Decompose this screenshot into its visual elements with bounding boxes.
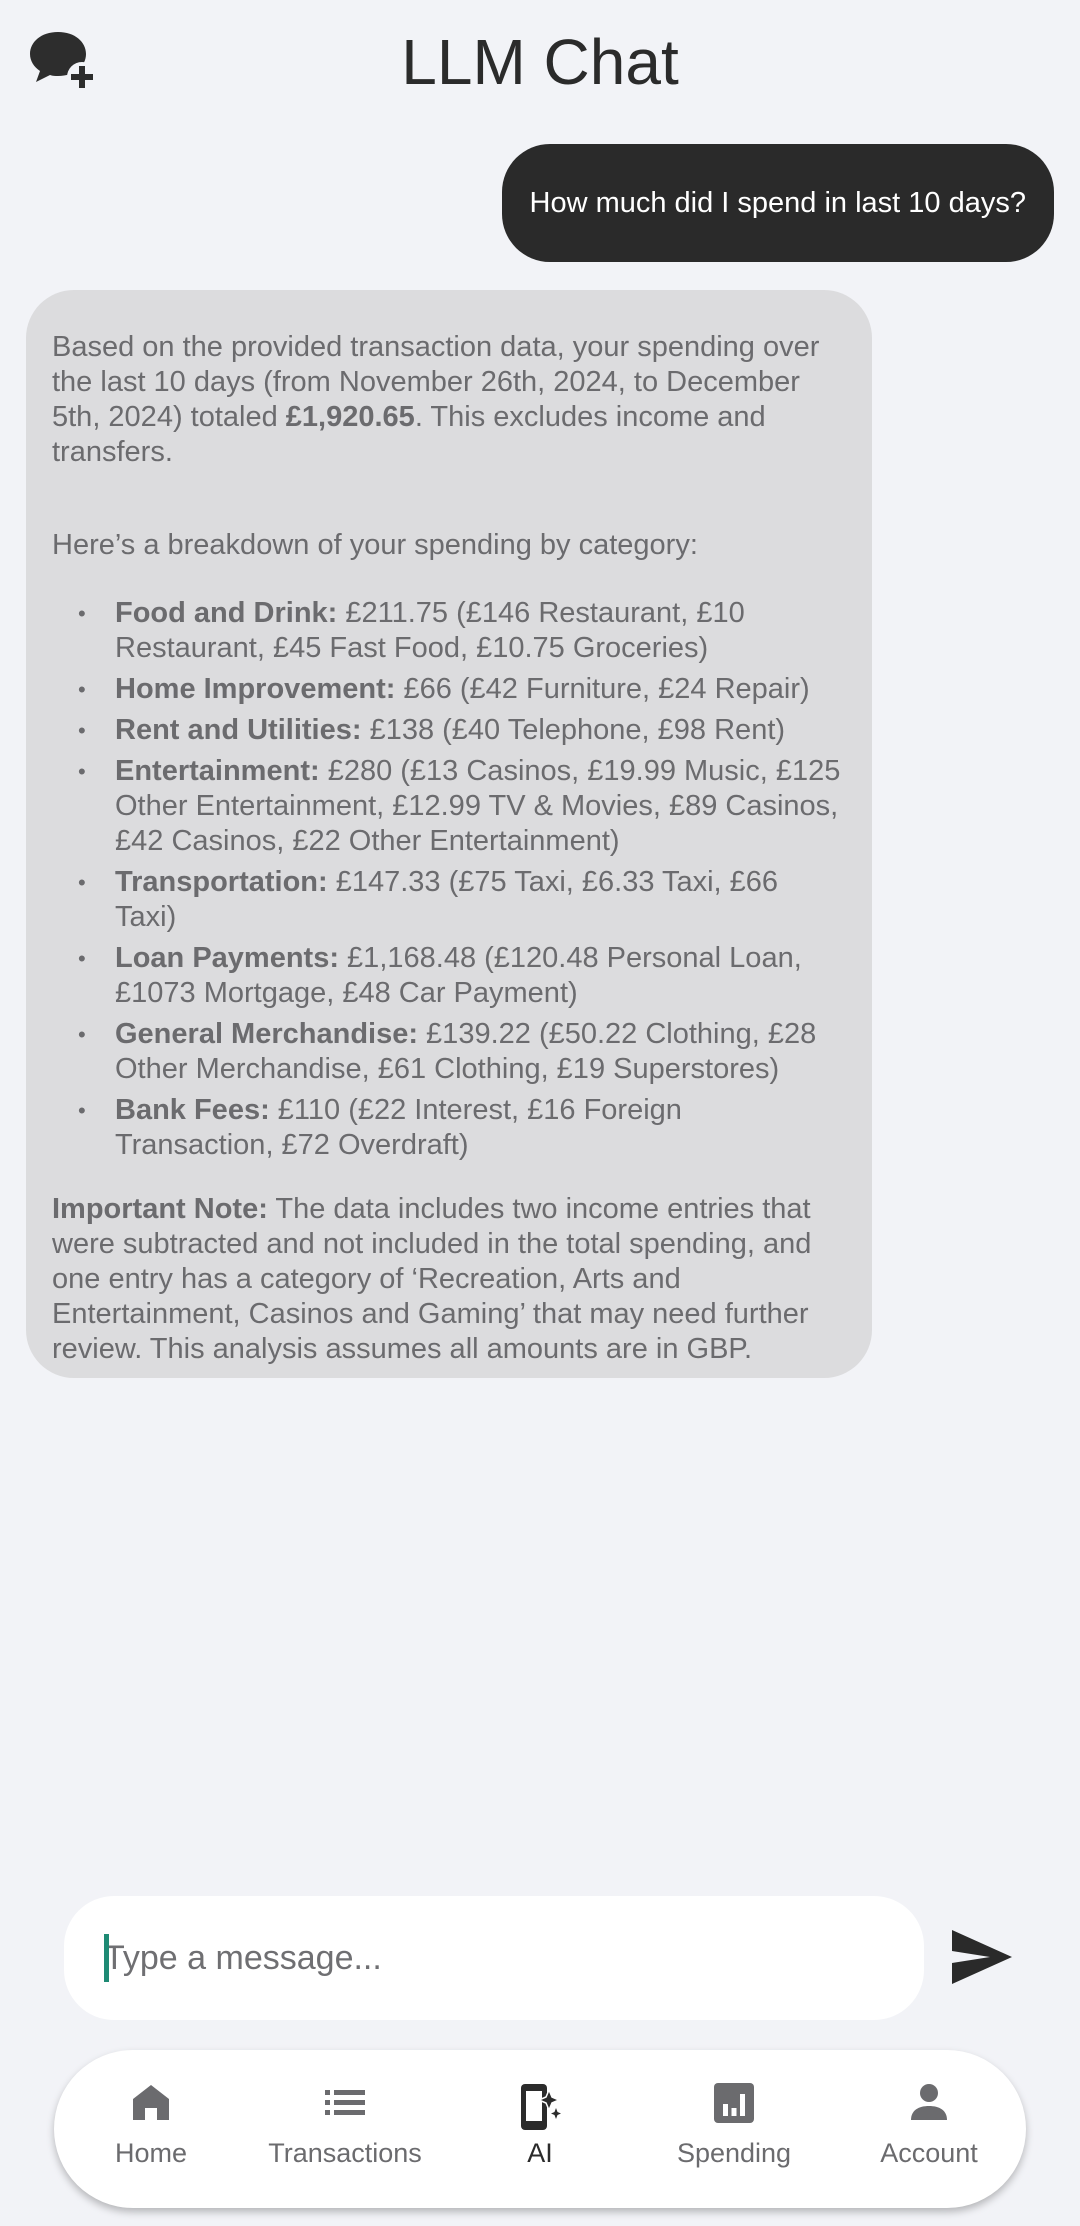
- important-note: Important Note: The data includes two in…: [52, 1192, 846, 1367]
- nav-label-transactions: Transactions: [268, 2138, 422, 2168]
- ai-response-bubble: Based on the provided transaction data, …: [26, 290, 872, 1378]
- category-name: Loan Payments:: [115, 942, 339, 974]
- category-name: Entertainment:: [115, 755, 320, 787]
- note-label: Important Note:: [52, 1193, 268, 1225]
- category-name: Food and Drink:: [115, 597, 338, 629]
- breakdown-intro: Here’s a breakdown of your spending by c…: [52, 529, 698, 561]
- list-item: Loan Payments: £1,168.48 (£120.48 Person…: [52, 941, 846, 1011]
- person-icon: [911, 2084, 947, 2120]
- list-item: Bank Fees: £110 (£22 Interest, £16 Forei…: [52, 1093, 846, 1163]
- spending-total: £1,920.65: [285, 401, 415, 433]
- home-icon: [133, 2085, 169, 2120]
- nav-label-spending: Spending: [676, 2138, 792, 2168]
- list-item: Entertainment: £280 (£13 Casinos, £19.99…: [52, 754, 846, 859]
- category-name: General Merchandise:: [115, 1018, 418, 1050]
- ai-phone-sparkle-icon: [521, 2084, 561, 2130]
- list-item: General Merchandise: £139.22 (£50.22 Clo…: [52, 1017, 846, 1087]
- user-message-bubble: How much did I spend in last 10 days?: [501, 144, 1054, 262]
- category-detail: £138 (£40 Telephone, £98 Rent): [361, 714, 786, 746]
- nav-item-home[interactable]: Home: [54, 2050, 248, 2208]
- bar-chart-icon: [714, 2083, 754, 2123]
- app-header: LLM Chat: [0, 0, 1080, 125]
- bottom-navigation: Home Transactions AI Spending Account: [54, 2050, 1026, 2208]
- nav-label-home: Home: [114, 2138, 188, 2168]
- nav-item-ai[interactable]: AI: [443, 2050, 637, 2208]
- message-composer: [64, 1896, 924, 2020]
- message-input[interactable]: [104, 1896, 894, 2020]
- category-name: Home Improvement:: [115, 673, 396, 705]
- nav-item-transactions[interactable]: Transactions: [248, 2050, 442, 2208]
- page-title: LLM Chat: [401, 26, 679, 98]
- nav-label-ai: AI: [527, 2138, 553, 2168]
- list-item: Food and Drink: £211.75 (£146 Restaurant…: [52, 596, 846, 666]
- category-list: Food and Drink: £211.75 (£146 Restaurant…: [52, 596, 846, 1163]
- list-item: Rent and Utilities: £138 (£40 Telephone,…: [52, 713, 846, 748]
- nav-label-account: Account: [880, 2138, 978, 2168]
- category-name: Bank Fees:: [115, 1094, 270, 1126]
- list-item: Home Improvement: £66 (£42 Furniture, £2…: [52, 672, 846, 707]
- category-detail: £66 (£42 Furniture, £24 Repair): [395, 673, 810, 705]
- category-name: Transportation:: [115, 866, 328, 898]
- ai-summary-paragraph: Based on the provided transaction data, …: [52, 330, 846, 470]
- list-item: Transportation: £147.33 (£75 Taxi, £6.33…: [52, 865, 846, 935]
- list-icon: [325, 2090, 365, 2115]
- category-name: Rent and Utilities:: [115, 714, 362, 746]
- nav-item-account[interactable]: Account: [832, 2050, 1026, 2208]
- send-icon: [952, 1930, 1012, 1984]
- send-button[interactable]: [950, 1928, 1014, 1986]
- text-caret: [104, 1934, 109, 1982]
- nav-item-spending[interactable]: Spending: [637, 2050, 831, 2208]
